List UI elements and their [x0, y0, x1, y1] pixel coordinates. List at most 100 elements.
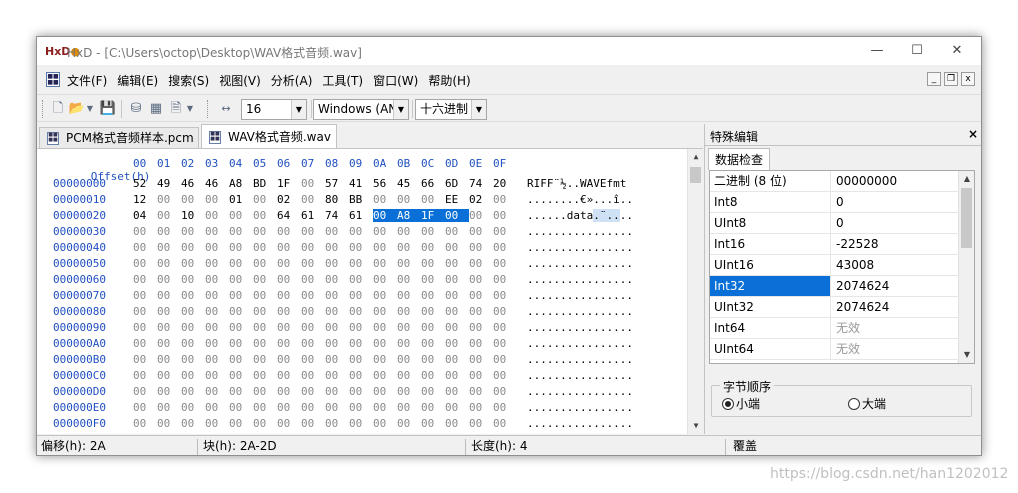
hex-byte[interactable]: 00 — [205, 241, 229, 254]
document-menu-icon[interactable]: ■■ ■■ — [46, 72, 60, 87]
hex-byte[interactable]: 00 — [205, 337, 229, 350]
hex-byte[interactable]: 00 — [157, 257, 181, 270]
close-button[interactable]: ✕ — [937, 40, 977, 62]
hex-byte[interactable]: 00 — [325, 289, 349, 302]
hex-byte[interactable]: 00 — [205, 353, 229, 366]
hex-byte[interactable]: 00 — [445, 225, 469, 238]
hex-byte[interactable]: 00 — [205, 289, 229, 302]
hex-byte[interactable]: 00 — [325, 337, 349, 350]
hex-bytes[interactable]: 00 00 00 00 00 00 00 00 00 00 00 00 00 00 00 00 — [133, 353, 517, 366]
hex-byte[interactable]: 00 — [421, 417, 445, 430]
hex-editor[interactable]: Offset(h) 00 01 02 03 04 05 06 07 08 09 0A 0B 0C 0D 0E… — [37, 148, 703, 434]
mdi-close-button[interactable]: x — [961, 72, 975, 86]
hex-byte[interactable]: 00 — [157, 273, 181, 286]
menu-item[interactable]: 编辑(E) — [117, 72, 158, 89]
hex-byte[interactable]: 00 — [253, 401, 277, 414]
hex-byte[interactable]: 00 — [445, 241, 469, 254]
hex-byte[interactable]: 00 — [133, 385, 157, 398]
hex-byte[interactable]: 00 — [229, 353, 253, 366]
hex-byte[interactable]: 00 — [373, 337, 397, 350]
hex-bytes[interactable]: 52 49 46 46 A8 BD 1F 00 57 41 56 45 66 6D 74 20 — [133, 177, 517, 190]
hex-byte[interactable]: 00 — [133, 417, 157, 430]
hex-byte[interactable]: 1F — [277, 177, 301, 190]
ascii-text[interactable]: ......data.¨.... — [527, 209, 633, 222]
hex-byte[interactable]: 00 — [373, 305, 397, 318]
hex-byte[interactable]: 00 — [325, 273, 349, 286]
hex-byte[interactable]: 00 — [277, 353, 301, 366]
hex-byte[interactable]: 00 — [277, 401, 301, 414]
hex-byte[interactable]: 00 — [445, 337, 469, 350]
hex-byte[interactable]: 80 — [325, 193, 349, 206]
hex-byte[interactable]: 00 — [325, 305, 349, 318]
hex-byte[interactable]: 61 — [349, 209, 373, 222]
hex-byte[interactable]: 00 — [301, 193, 325, 206]
hex-byte[interactable]: 00 — [373, 257, 397, 270]
hex-byte[interactable]: 00 — [277, 305, 301, 318]
toolbar-grip[interactable] — [207, 100, 210, 118]
hex-byte[interactable]: 00 — [325, 353, 349, 366]
hex-byte[interactable]: 02 — [277, 193, 301, 206]
scroll-down-icon[interactable]: ▼ — [959, 347, 974, 363]
hex-byte[interactable]: 00 — [253, 257, 277, 270]
inspector-value[interactable]: 43008 — [832, 255, 958, 275]
hex-byte[interactable]: 00 — [133, 321, 157, 334]
hex-byte[interactable]: 74 — [469, 177, 493, 190]
chevron-down-icon[interactable]: ▼ — [393, 100, 408, 119]
hex-byte[interactable]: 00 — [181, 257, 205, 270]
hex-byte[interactable]: 00 — [181, 353, 205, 366]
hex-byte[interactable]: 00 — [301, 337, 325, 350]
hex-byte[interactable]: 00 — [325, 417, 349, 430]
scroll-up-icon[interactable]: ▲ — [959, 171, 974, 187]
hex-byte[interactable]: 00 — [229, 337, 253, 350]
hex-byte[interactable]: 00 — [493, 193, 517, 206]
hex-byte[interactable]: 00 — [445, 289, 469, 302]
hex-byte[interactable]: 00 — [397, 337, 421, 350]
hex-byte[interactable]: 00 — [229, 401, 253, 414]
hex-bytes[interactable]: 00 00 00 00 00 00 00 00 00 00 00 00 00 00 00 00 — [133, 305, 517, 318]
hex-byte[interactable]: 00 — [157, 193, 181, 206]
hex-byte[interactable]: 6D — [445, 177, 469, 190]
hex-byte[interactable]: 00 — [349, 305, 373, 318]
ascii-text[interactable]: ................ — [527, 369, 633, 382]
hex-byte[interactable]: 00 — [181, 417, 205, 430]
hex-byte[interactable]: 00 — [421, 193, 445, 206]
hex-byte[interactable]: 00 — [157, 225, 181, 238]
hex-byte[interactable]: 46 — [181, 177, 205, 190]
open-ram-icon[interactable]: ▦ — [147, 100, 165, 118]
bytes-per-row-select[interactable]: 16 ▼ — [241, 99, 307, 120]
hex-byte[interactable]: 00 — [277, 225, 301, 238]
inspector-row[interactable]: UInt16 43008 — [710, 255, 958, 276]
hex-byte[interactable]: 00 — [301, 321, 325, 334]
inspector-value[interactable]: 0 — [832, 192, 958, 212]
hex-byte[interactable]: 00 — [157, 417, 181, 430]
hex-byte[interactable]: 52 — [133, 177, 157, 190]
hex-byte[interactable]: 41 — [349, 177, 373, 190]
hex-byte[interactable]: 00 — [229, 273, 253, 286]
hex-byte[interactable]: 00 — [253, 369, 277, 382]
hex-byte[interactable]: 00 — [301, 385, 325, 398]
hex-byte[interactable]: 00 — [373, 401, 397, 414]
hex-byte[interactable]: 00 — [301, 177, 325, 190]
hex-byte[interactable]: 00 — [469, 241, 493, 254]
hex-byte[interactable]: 00 — [253, 273, 277, 286]
hex-byte[interactable]: 00 — [277, 321, 301, 334]
hex-byte[interactable]: 00 — [469, 305, 493, 318]
hex-byte[interactable]: 00 — [301, 289, 325, 302]
ascii-text[interactable]: RIFF¨½..WAVEfmt — [527, 177, 633, 190]
hex-byte[interactable]: 00 — [277, 337, 301, 350]
open-file-icon[interactable]: 📂 — [68, 100, 86, 118]
hex-byte[interactable]: 00 — [205, 369, 229, 382]
hex-byte[interactable]: 00 — [469, 273, 493, 286]
hex-byte[interactable]: 56 — [373, 177, 397, 190]
hex-byte[interactable]: 00 — [133, 369, 157, 382]
hex-byte[interactable]: 61 — [301, 209, 325, 222]
hex-byte[interactable]: 00 — [469, 225, 493, 238]
hex-byte[interactable]: 00 — [205, 193, 229, 206]
hex-byte[interactable]: 00 — [229, 257, 253, 270]
open-disk-icon[interactable]: ⛁ — [127, 100, 145, 118]
hex-byte[interactable]: 00 — [493, 257, 517, 270]
hex-bytes[interactable]: 00 00 00 00 00 00 00 00 00 00 00 00 00 00 00 00 — [133, 225, 517, 238]
hex-bytes[interactable]: 00 00 00 00 00 00 00 00 00 00 00 00 00 00 00 00 — [133, 337, 517, 350]
new-file-icon[interactable]: 🗋 — [49, 100, 67, 118]
hex-byte[interactable]: 00 — [229, 241, 253, 254]
